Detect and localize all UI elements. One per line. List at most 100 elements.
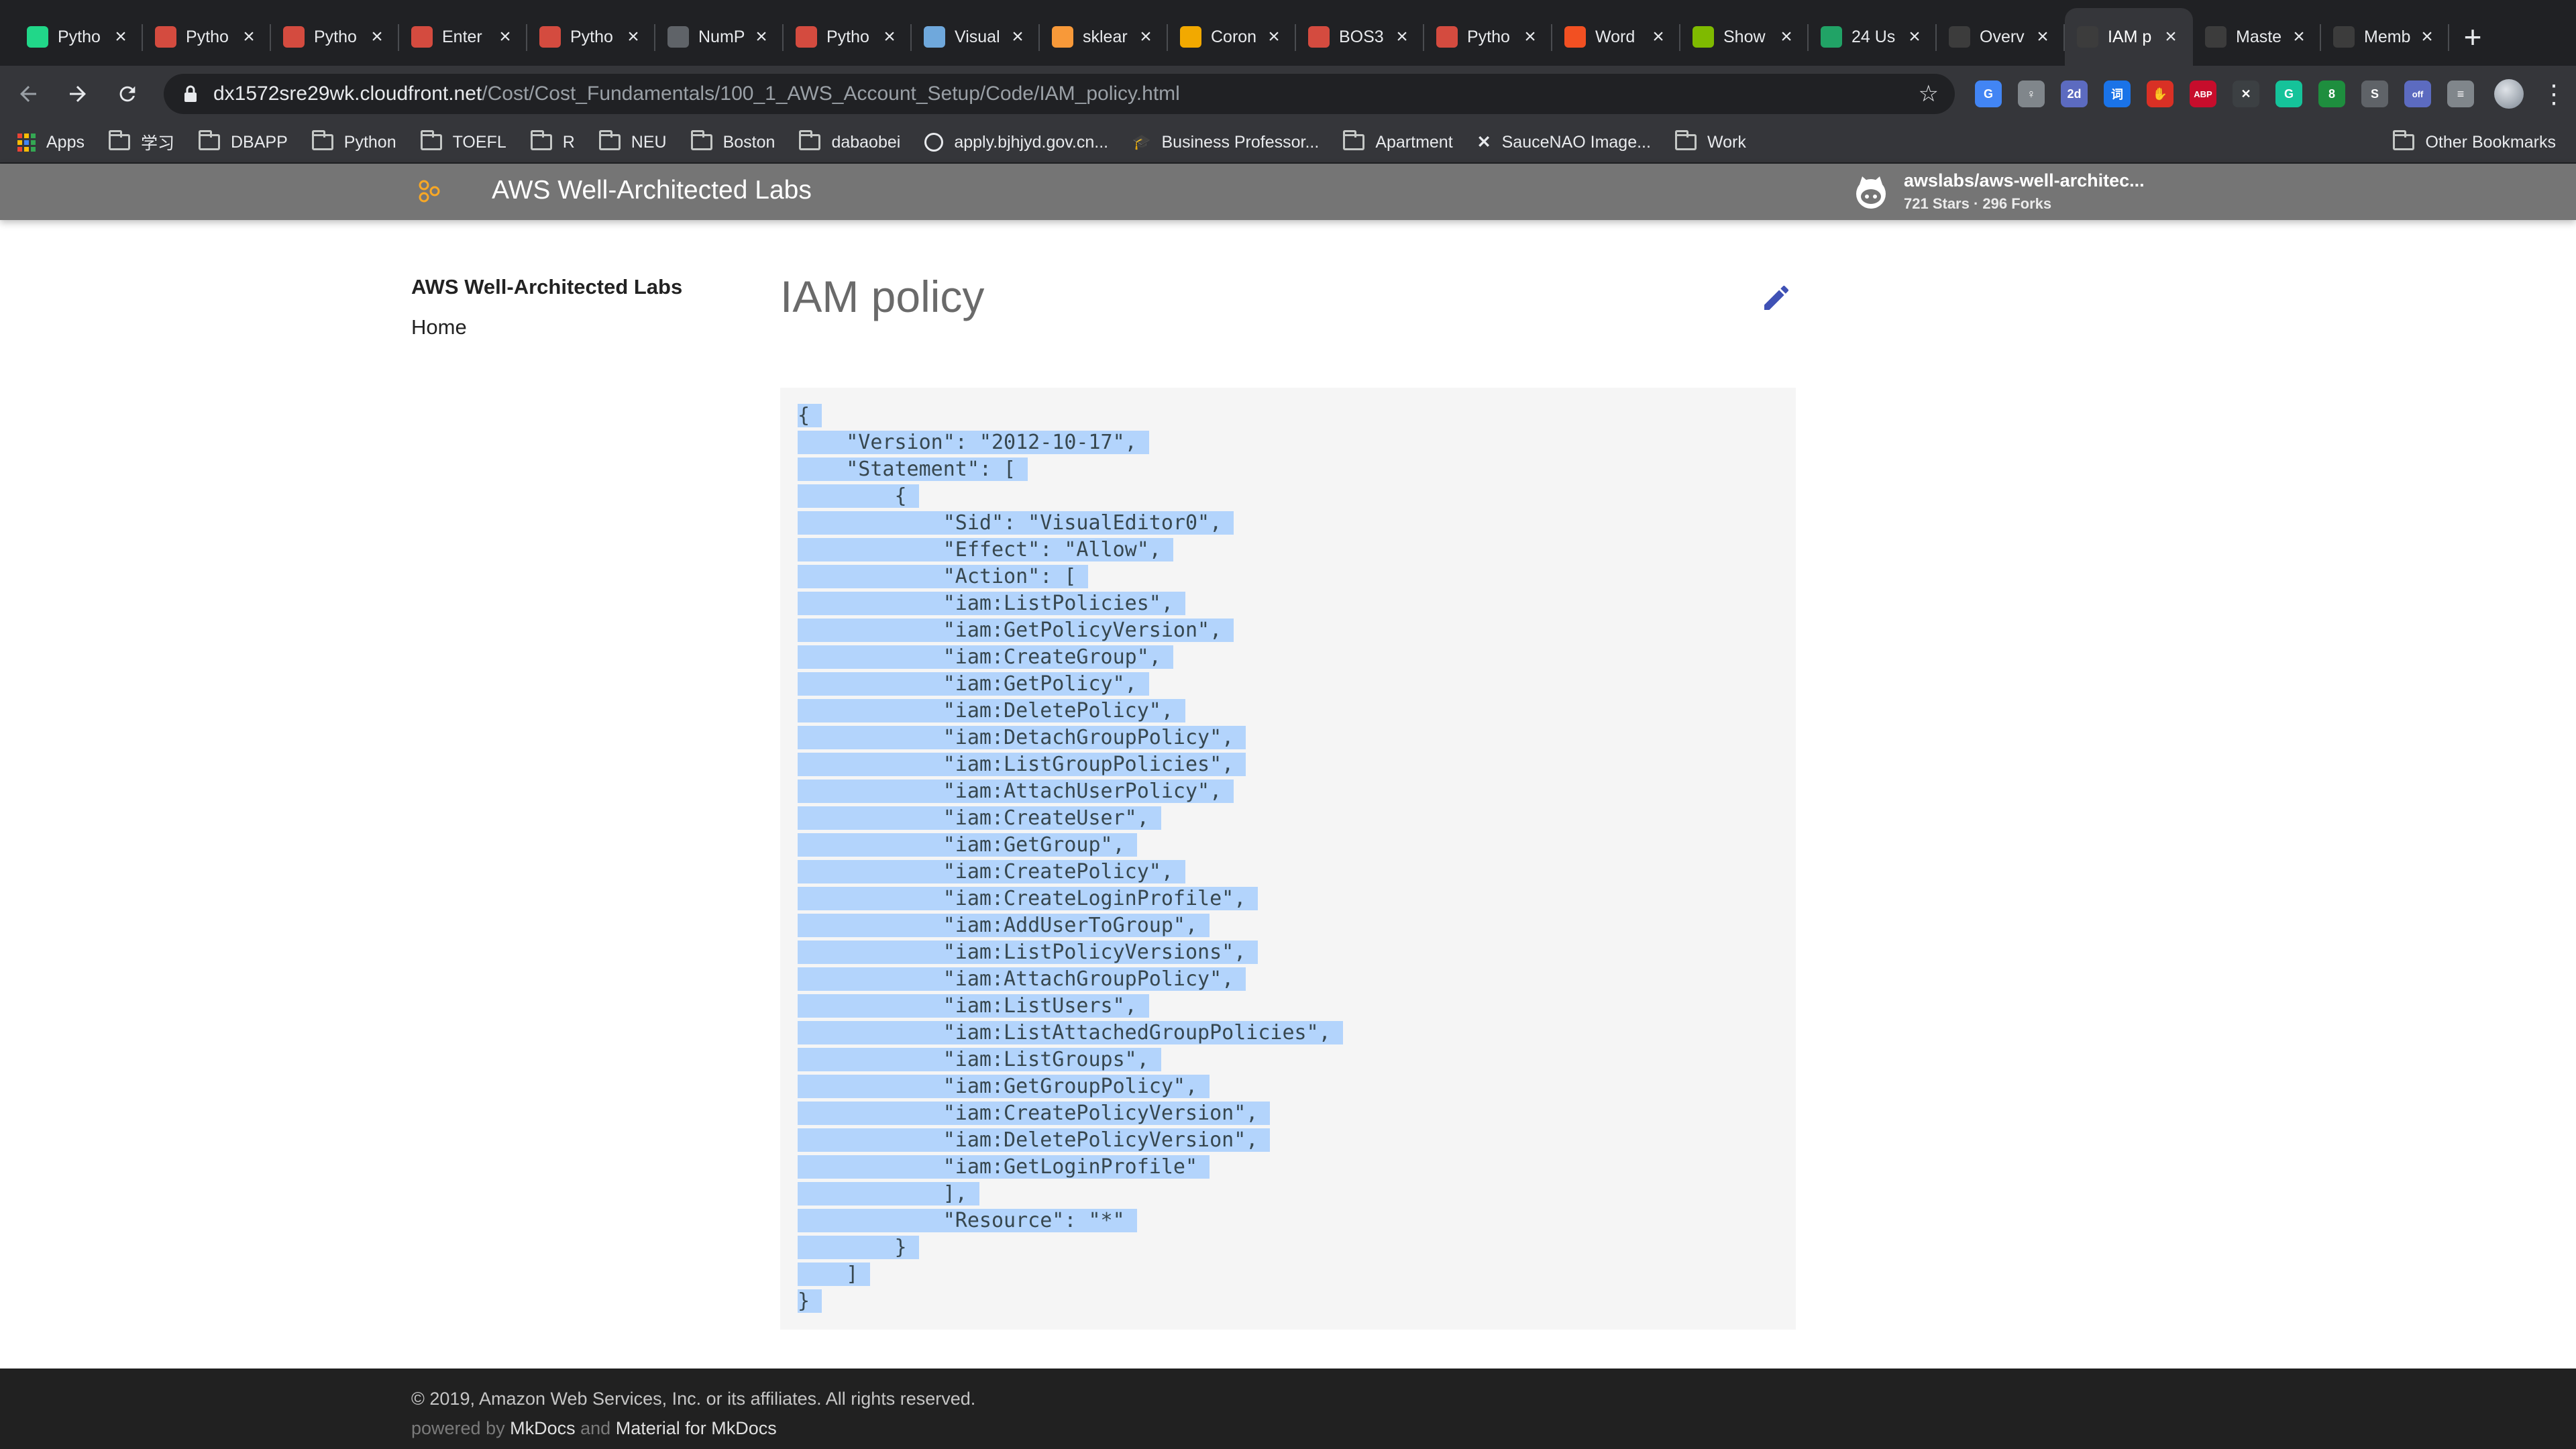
mortarboard-icon xyxy=(1949,26,1970,48)
mkdocs-link[interactable]: MkDocs xyxy=(510,1418,576,1438)
forward-button[interactable] xyxy=(56,72,99,115)
url-text[interactable]: dx1572sre29wk.cloudfront.net/Cost/Cost_F… xyxy=(213,83,1919,105)
green-extension-icon[interactable]: 8 xyxy=(2318,80,2345,107)
browser-tab[interactable]: Pytho × xyxy=(143,8,271,66)
material-for-mkdocs-link[interactable]: Material for MkDocs xyxy=(616,1418,777,1438)
browser-menu-icon[interactable]: ⋮ xyxy=(2541,79,2567,109)
bookmark-item[interactable]: Apartment xyxy=(1343,130,1453,152)
bookmark-item[interactable]: 🎓 Business Professor... xyxy=(1132,133,1319,152)
lock-icon[interactable] xyxy=(180,83,201,105)
red-bug-icon xyxy=(796,26,817,48)
lightbulb-icon[interactable]: ♀ xyxy=(2018,80,2045,107)
bookmark-item[interactable]: Boston xyxy=(690,130,775,152)
bookmark-item[interactable]: NEU xyxy=(598,130,667,152)
code-line-text: "iam:ListUsers", xyxy=(798,994,1149,1018)
tab-close-icon[interactable]: × xyxy=(1136,25,1156,48)
browser-tab[interactable]: Word × xyxy=(1552,8,1680,66)
tab-close-icon[interactable]: × xyxy=(1520,25,1540,48)
bookmark-item[interactable]: ✕ SauceNAO Image... xyxy=(1477,132,1651,152)
browser-tab[interactable]: Overv × xyxy=(1937,8,2065,66)
browser-tab[interactable]: BOS3 × xyxy=(1296,8,1424,66)
code-content[interactable]: { "Version": "2012-10-17", "Statement": … xyxy=(798,402,1343,1315)
bookmark-item[interactable]: Python xyxy=(311,130,396,152)
browser-tab[interactable]: Pytho × xyxy=(1424,8,1552,66)
code-line: "iam:ListPolicyVersions", xyxy=(798,939,1343,966)
other-bookmarks[interactable]: Other Bookmarks xyxy=(2393,130,2556,152)
tab-close-icon[interactable]: × xyxy=(623,25,643,48)
tab-close-icon[interactable]: × xyxy=(367,25,387,48)
bookmark-item[interactable]: TOEFL xyxy=(420,130,506,152)
bookmark-item[interactable]: Apps xyxy=(17,133,85,152)
browser-tab[interactable]: Pytho × xyxy=(784,8,912,66)
tab-close-icon[interactable]: × xyxy=(2417,25,2437,48)
site-logo-icon[interactable] xyxy=(417,180,441,204)
bookmark-item[interactable]: apply.bjhjyd.gov.cn... xyxy=(924,133,1108,152)
reload-button[interactable] xyxy=(106,72,149,115)
bookmark-star-icon[interactable]: ☆ xyxy=(1919,80,1939,107)
reading-list-icon[interactable]: ≡ xyxy=(2447,80,2474,107)
bookmark-item[interactable]: DBAPP xyxy=(199,130,288,152)
tab-close-icon[interactable]: × xyxy=(2161,25,2181,48)
browser-tab[interactable]: sklear × xyxy=(1040,8,1168,66)
code-line: "iam:CreatePolicyVersion", xyxy=(798,1100,1343,1127)
code-line: "iam:ListGroupPolicies", xyxy=(798,751,1343,778)
browser-tab[interactable]: Show × xyxy=(1680,8,1809,66)
browser-tab[interactable]: Coron × xyxy=(1168,8,1296,66)
tab-close-icon[interactable]: × xyxy=(2033,25,2053,48)
bookmark-item[interactable]: R xyxy=(530,130,575,152)
adblock-plus-icon[interactable]: ABP xyxy=(2190,80,2216,107)
code-block[interactable]: { "Version": "2012-10-17", "Statement": … xyxy=(780,388,1796,1330)
google-translate-icon[interactable]: G xyxy=(1975,80,2002,107)
tab-close-icon[interactable]: × xyxy=(1776,25,1796,48)
tab-close-icon[interactable]: × xyxy=(495,25,515,48)
browser-tab[interactable]: IAM p × xyxy=(2065,8,2193,66)
tab-close-icon[interactable]: × xyxy=(879,25,900,48)
bookmark-item[interactable]: 学习 xyxy=(108,130,174,154)
browser-tab-strip: Pytho × Pytho × Pytho × Enter × Pytho × NumP × Pytho… xyxy=(0,0,2576,66)
mortarboard-icon xyxy=(2077,26,2098,48)
tab-close-icon[interactable]: × xyxy=(1392,25,1412,48)
profile-avatar[interactable] xyxy=(2494,79,2524,109)
code-line-text: } xyxy=(798,1236,919,1259)
copyright-text: © 2019, Amazon Web Services, Inc. or its… xyxy=(411,1389,976,1409)
code-line-text: "iam:CreatePolicy", xyxy=(798,860,1185,883)
tab-close-icon[interactable]: × xyxy=(751,25,771,48)
tab-close-icon[interactable]: × xyxy=(2289,25,2309,48)
address-bar[interactable]: dx1572sre29wk.cloudfront.net/Cost/Cost_F… xyxy=(164,74,1955,114)
folder-icon xyxy=(1343,130,1365,150)
browser-tab[interactable]: Pytho × xyxy=(15,8,143,66)
tab-close-icon[interactable]: × xyxy=(239,25,259,48)
dictionary-icon[interactable]: 词 xyxy=(2104,80,2131,107)
new-tab-button[interactable]: + xyxy=(2449,8,2496,66)
browser-tab[interactable]: Maste × xyxy=(2193,8,2321,66)
tab-title: Pytho xyxy=(826,27,869,46)
browser-tab[interactable]: Memb × xyxy=(2321,8,2449,66)
code-line-text: "Resource": "*" xyxy=(798,1209,1137,1232)
powered-by-text: powered by MkDocs and Material for MkDoc… xyxy=(411,1418,777,1439)
spiral-icon[interactable]: S xyxy=(2361,80,2388,107)
browser-tab[interactable]: Pytho × xyxy=(271,8,399,66)
browser-tab[interactable]: 24 Us × xyxy=(1809,8,1937,66)
edit-pencil-icon[interactable] xyxy=(1760,282,1792,314)
tab-close-icon[interactable]: × xyxy=(111,25,131,48)
bookmark-label: Apps xyxy=(46,132,85,152)
tab-close-icon[interactable]: × xyxy=(1904,25,1925,48)
browser-tab[interactable]: NumP × xyxy=(655,8,784,66)
tab-close-icon[interactable]: × xyxy=(1008,25,1028,48)
x-extension-icon[interactable]: ✕ xyxy=(2233,80,2259,107)
tab-close-icon[interactable]: × xyxy=(1648,25,1668,48)
repository-link[interactable]: awslabs/aws-well-architec... 721 Stars ·… xyxy=(1851,170,2145,213)
bookmark-item[interactable]: Work xyxy=(1674,130,1746,152)
back-button[interactable] xyxy=(7,72,50,115)
nav-item-home[interactable]: Home xyxy=(411,315,467,339)
site-title[interactable]: AWS Well-Architected Labs xyxy=(492,176,812,205)
redfinger-icon[interactable]: ✋ xyxy=(2147,80,2174,107)
browser-tab[interactable]: Visual × xyxy=(912,8,1040,66)
bookmark-item[interactable]: dabaobei xyxy=(799,130,900,152)
browser-tab[interactable]: Enter × xyxy=(399,8,527,66)
grammarly-icon[interactable]: G xyxy=(2275,80,2302,107)
browser-tab[interactable]: Pytho × xyxy=(527,8,655,66)
tab-close-icon[interactable]: × xyxy=(1264,25,1284,48)
calendar-off-icon[interactable]: off xyxy=(2404,80,2431,107)
calendar-2d-icon[interactable]: 2d xyxy=(2061,80,2088,107)
